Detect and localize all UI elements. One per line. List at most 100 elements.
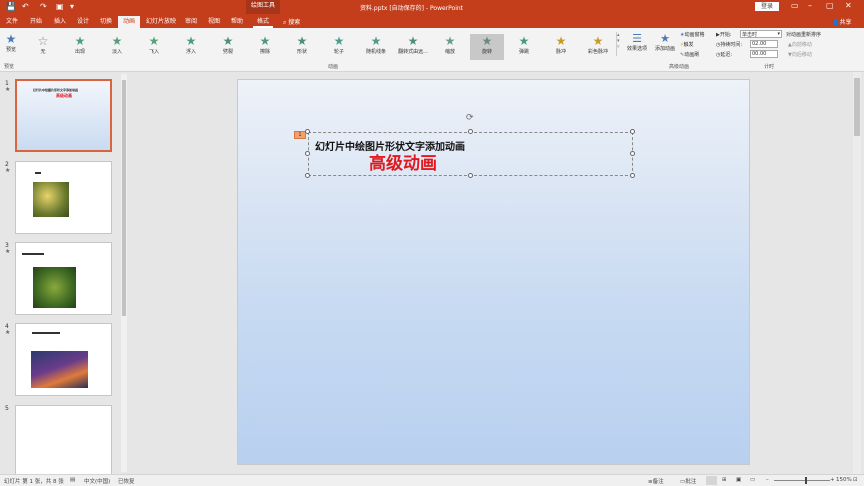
trigger-button[interactable]: ⚡触发: [680, 41, 694, 48]
close-button[interactable]: ✕: [845, 1, 852, 10]
group-advanced-label: 高级动画: [669, 64, 690, 70]
duration-input[interactable]: 02.00: [750, 40, 778, 48]
editor-scrollbar-thumb[interactable]: [854, 78, 860, 136]
animation-star-icon: ☆: [37, 34, 49, 48]
editor-scrollbar[interactable]: [853, 72, 861, 474]
thumb-caption: [32, 332, 60, 334]
tab-animations[interactable]: 动画: [118, 16, 140, 28]
delay-input[interactable]: 00.00: [750, 50, 778, 58]
minimize-button[interactable]: –: [808, 1, 812, 10]
tab-format[interactable]: 格式: [253, 16, 273, 28]
slide-thumb-3[interactable]: [15, 242, 112, 315]
zoom-out-icon[interactable]: –: [766, 477, 769, 483]
move-later-button[interactable]: ▼向后移动: [788, 51, 812, 58]
preview-button[interactable]: ★ 预览: [2, 32, 20, 53]
animation-star-icon: ★: [74, 34, 86, 48]
slide-sorter-icon[interactable]: ⊞: [722, 477, 727, 483]
resize-handle[interactable]: [468, 129, 473, 134]
tab-file[interactable]: 文件: [3, 16, 21, 28]
add-animation-button[interactable]: ★ 添加动画: [652, 32, 678, 52]
animation-option[interactable]: ★ 浮入: [174, 34, 208, 60]
animation-painter-button[interactable]: ✎动画刷: [680, 51, 699, 58]
add-animation-label: 添加动画: [654, 46, 675, 52]
slide-thumb-5[interactable]: [15, 405, 112, 475]
effect-options-icon: ☰: [632, 32, 642, 45]
animation-option[interactable]: ★ 缩放: [433, 34, 467, 60]
comments-button[interactable]: ▭批注: [680, 477, 696, 485]
slide-thumb-4[interactable]: [15, 323, 112, 396]
animation-option[interactable]: ★ 淡入: [100, 34, 134, 60]
login-button[interactable]: 登录: [755, 2, 779, 11]
start-select[interactable]: 单击时 ▾: [740, 30, 782, 38]
start-row: ▶开始:: [716, 31, 732, 38]
title-bar: 💾 ↶ ↷ ▣ ▾ 绘图工具 资料.pptx [自动保存的] - PowerPo…: [0, 0, 864, 14]
notes-button[interactable]: ≡备注: [648, 477, 664, 485]
animation-option[interactable]: ★ 彩色脉冲: [581, 34, 615, 60]
slide-canvas[interactable]: 1 ⟳ 幻灯片中绘图片形状文字添加动画 高级动画: [237, 79, 750, 465]
save-icon[interactable]: 💾: [6, 2, 16, 11]
resize-handle[interactable]: [630, 129, 635, 134]
slideshow-view-icon[interactable]: ▭: [750, 477, 755, 483]
resize-handle[interactable]: [305, 173, 310, 178]
gallery-scroll[interactable]: ▴ ▾ ▿: [616, 32, 622, 56]
tab-transitions[interactable]: 切换: [97, 16, 115, 28]
resize-handle[interactable]: [305, 129, 310, 134]
normal-view-icon[interactable]: [706, 476, 717, 485]
panel-scrollbar[interactable]: [121, 74, 127, 472]
add-animation-icon: ★: [660, 32, 670, 45]
resize-handle[interactable]: [305, 151, 310, 156]
animation-option[interactable]: ★ 随机线条: [359, 34, 393, 60]
animation-option[interactable]: ★ 翻转式由远...: [396, 34, 430, 60]
ribbon-display-options-icon[interactable]: ▭: [791, 1, 799, 10]
animation-option-label: 淡入: [111, 49, 122, 55]
animation-option[interactable]: ★ 脉冲: [544, 34, 578, 60]
tab-insert[interactable]: 插入: [51, 16, 69, 28]
thumb-caption: [35, 172, 41, 174]
animation-option[interactable]: ★ 出现: [63, 34, 97, 60]
animation-option[interactable]: ★ 轮子: [322, 34, 356, 60]
zoom-slider[interactable]: [774, 480, 830, 481]
zoom-level[interactable]: 150%: [836, 477, 852, 483]
animation-star-icon: ★: [296, 34, 308, 48]
animation-option[interactable]: ★ 弹跳: [507, 34, 541, 60]
animation-option[interactable]: ★ 擦除: [248, 34, 282, 60]
redo-icon[interactable]: ↷: [40, 2, 47, 11]
animation-option[interactable]: ★ 劈裂: [211, 34, 245, 60]
start-label: 开始:: [719, 32, 732, 38]
animation-option[interactable]: ☆ 无: [26, 34, 60, 60]
fit-slide-icon[interactable]: ⊡: [853, 477, 858, 483]
slide-subtitle-text[interactable]: 高级动画: [369, 149, 437, 174]
resize-handle[interactable]: [630, 151, 635, 156]
tab-help[interactable]: 帮助: [228, 16, 246, 28]
tab-design[interactable]: 设计: [74, 16, 92, 28]
animation-option[interactable]: ★ 飞入: [137, 34, 171, 60]
resize-handle[interactable]: [630, 173, 635, 178]
reading-view-icon[interactable]: ▣: [736, 477, 741, 483]
tab-home[interactable]: 开始: [27, 16, 45, 28]
tab-view[interactable]: 视图: [205, 16, 223, 28]
language-indicator[interactable]: 中文(中国): [84, 477, 110, 485]
spellcheck-icon[interactable]: ▤: [70, 477, 75, 483]
search-tell-me[interactable]: ⌕ 搜索: [283, 17, 300, 27]
start-from-beginning-icon[interactable]: ▣: [56, 2, 64, 11]
move-earlier-button[interactable]: ▲向前移动: [788, 41, 812, 48]
effect-options-button[interactable]: ☰ 效果选项: [624, 32, 650, 52]
animation-pane-label: 动画窗格: [684, 32, 705, 38]
tab-slideshow[interactable]: 幻灯片放映: [145, 16, 177, 28]
slide-thumb-2[interactable]: [15, 161, 112, 234]
resize-handle[interactable]: [468, 173, 473, 178]
tab-review[interactable]: 审阅: [182, 16, 200, 28]
slide-thumb-1[interactable]: 幻灯片中绘图片形状文字添加动画 高级动画: [15, 79, 112, 152]
customize-toolbar-icon[interactable]: ▾: [70, 2, 74, 11]
scrollbar-thumb[interactable]: [122, 80, 126, 316]
undo-icon[interactable]: ↶: [22, 2, 29, 11]
animation-option[interactable]: ★ 形状: [285, 34, 319, 60]
animation-star-icon: ★: [481, 34, 493, 48]
animation-option[interactable]: ★ 旋转: [470, 34, 504, 60]
animation-pane-button[interactable]: ★动画窗格: [680, 31, 705, 38]
share-button[interactable]: 👤共享: [832, 17, 852, 26]
zoom-slider-thumb[interactable]: [805, 477, 807, 484]
rotate-handle-icon[interactable]: ⟳: [466, 113, 474, 123]
zoom-in-icon[interactable]: +: [830, 477, 835, 483]
maximize-button[interactable]: ▢: [826, 1, 834, 10]
